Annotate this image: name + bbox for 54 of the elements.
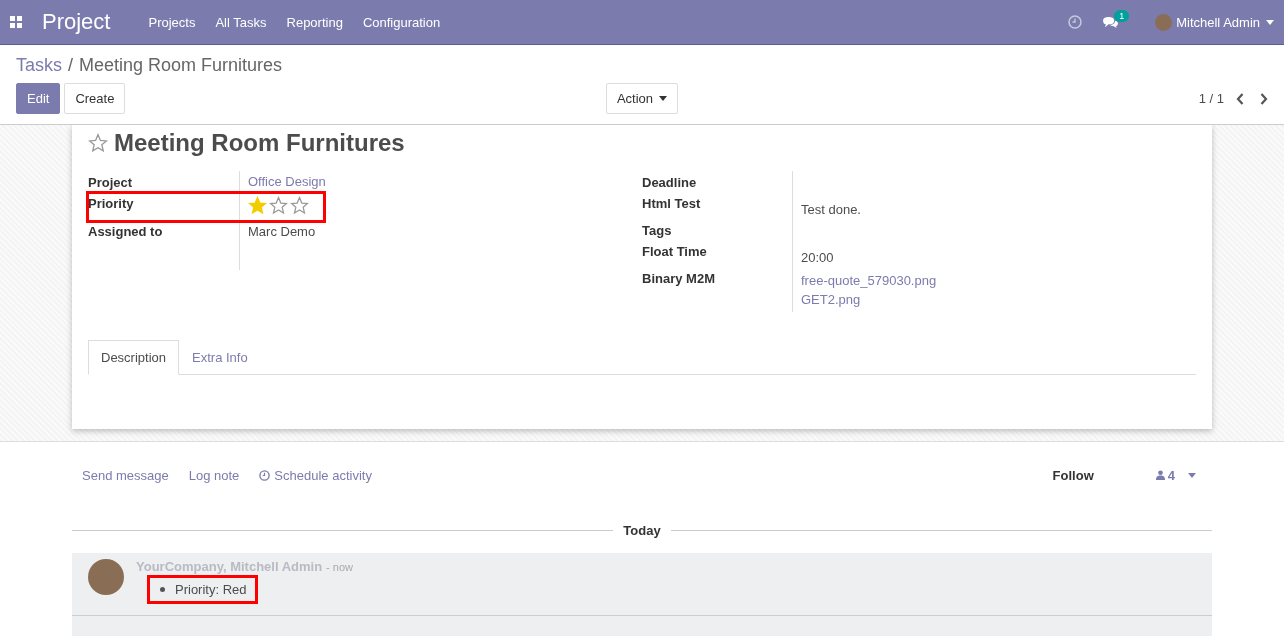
user-menu[interactable]: Mitchell Admin: [1176, 14, 1260, 30]
notebook-tab[interactable]: Extra Info: [179, 340, 261, 375]
breadcrumb-current: Meeting Room Furnitures: [79, 55, 283, 76]
menu-item[interactable]: Configuration: [352, 14, 451, 30]
follow-button[interactable]: Follow: [1046, 466, 1100, 484]
field-label: Html Test: [642, 195, 702, 213]
caret-icon: [1188, 472, 1196, 478]
task-title: Meeting Room Furnitures: [114, 129, 405, 157]
menu-item[interactable]: Projects: [138, 14, 206, 30]
breadcrumb-link[interactable]: Tasks: [16, 55, 62, 76]
attachment-link[interactable]: GET2.png: [801, 290, 1188, 309]
field-label: Deadline: [642, 174, 698, 192]
next-icon[interactable]: [1260, 92, 1268, 105]
caret-icon: [659, 96, 668, 101]
field-label: Binary M2M: [642, 270, 716, 288]
create-button[interactable]: Create: [64, 83, 126, 114]
message-count-badge: 1: [1114, 9, 1130, 22]
field-label: Tags: [642, 222, 673, 240]
app-name: Project: [42, 9, 111, 35]
star-icon[interactable]: [88, 133, 108, 153]
person-icon: [1155, 470, 1165, 480]
field-label: Project: [88, 174, 134, 192]
caret-icon[interactable]: [1266, 19, 1274, 25]
breadcrumb-separator: /: [68, 55, 74, 76]
chatter-action[interactable]: Send message: [82, 467, 169, 483]
clock-icon[interactable]: [1068, 15, 1083, 29]
apps-menu-icon[interactable]: [10, 16, 22, 28]
chatter-action[interactable]: Schedule activity: [259, 467, 372, 483]
field-label: Assigned to: [88, 223, 164, 241]
followers-button[interactable]: 4: [1149, 466, 1202, 484]
message-time: - now: [326, 561, 353, 573]
author-avatar: [88, 559, 124, 595]
tracking-value: Priority: Red: [175, 582, 247, 597]
field-label: Priority: [88, 195, 135, 213]
chatter-action[interactable]: Log note: [188, 467, 240, 483]
field-link[interactable]: Office Design: [248, 174, 326, 189]
clock-icon: [259, 469, 271, 481]
action-dropdown[interactable]: Action: [605, 83, 679, 114]
attachment-link[interactable]: free-quote_579030.png: [801, 271, 1188, 290]
menu-item[interactable]: All Tasks: [205, 14, 277, 30]
field-value: Marc Demo: [248, 224, 316, 239]
date-separator: Today: [623, 523, 661, 538]
chat-icon[interactable]: [1102, 15, 1120, 29]
edit-button[interactable]: Edit: [16, 83, 61, 114]
field-label: Float Time: [642, 243, 708, 261]
field-value: Test done.: [801, 201, 862, 217]
pager-value: 1 / 1: [1198, 91, 1224, 106]
field-value: 20:00: [801, 249, 835, 265]
notebook-tab[interactable]: Description: [88, 340, 180, 375]
user-avatar: [1155, 13, 1173, 31]
priority-stars[interactable]: [248, 196, 309, 215]
bullet-icon: [160, 587, 165, 592]
previous-icon[interactable]: [1236, 92, 1244, 105]
menu-item[interactable]: Reporting: [276, 14, 353, 30]
